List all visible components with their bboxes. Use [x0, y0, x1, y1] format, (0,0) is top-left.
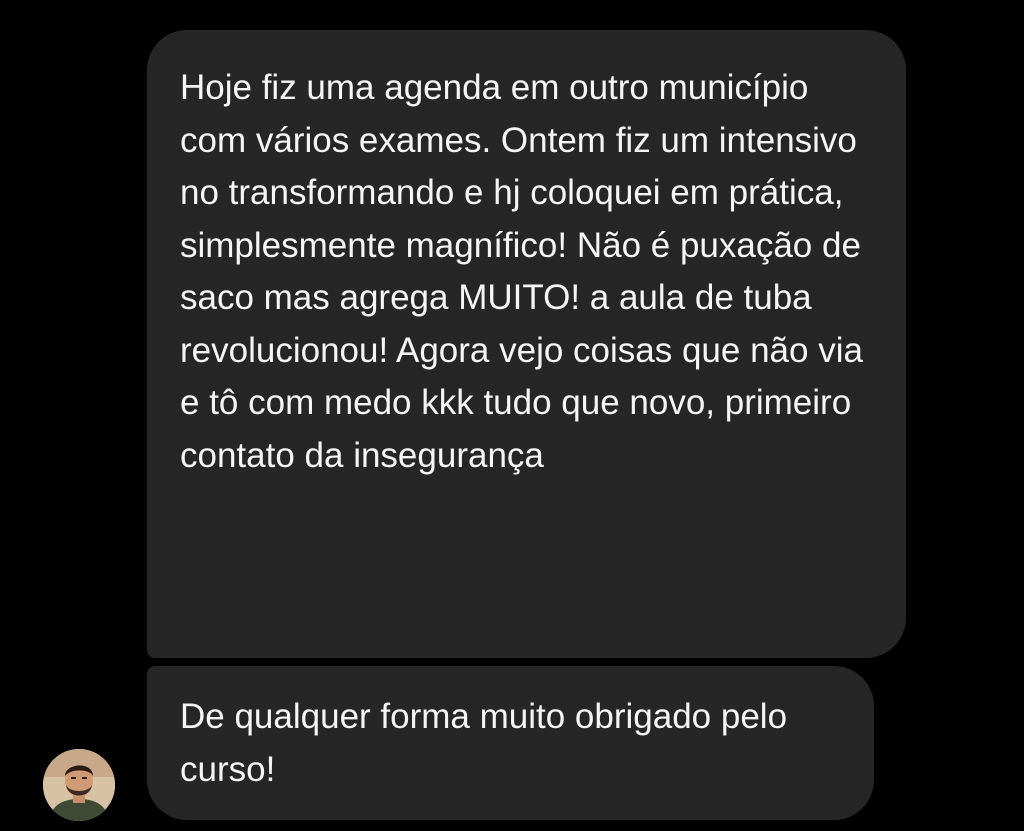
- avatar-photo: [43, 749, 115, 821]
- message-bubble[interactable]: Hoje fiz uma agenda em outro município c…: [147, 30, 906, 658]
- message-bubble[interactable]: De qualquer forma muito obrigado pelo cu…: [147, 666, 874, 820]
- message-thread: Hoje fiz uma agenda em outro município c…: [0, 0, 1024, 831]
- contact-avatar-icon[interactable]: [43, 749, 115, 821]
